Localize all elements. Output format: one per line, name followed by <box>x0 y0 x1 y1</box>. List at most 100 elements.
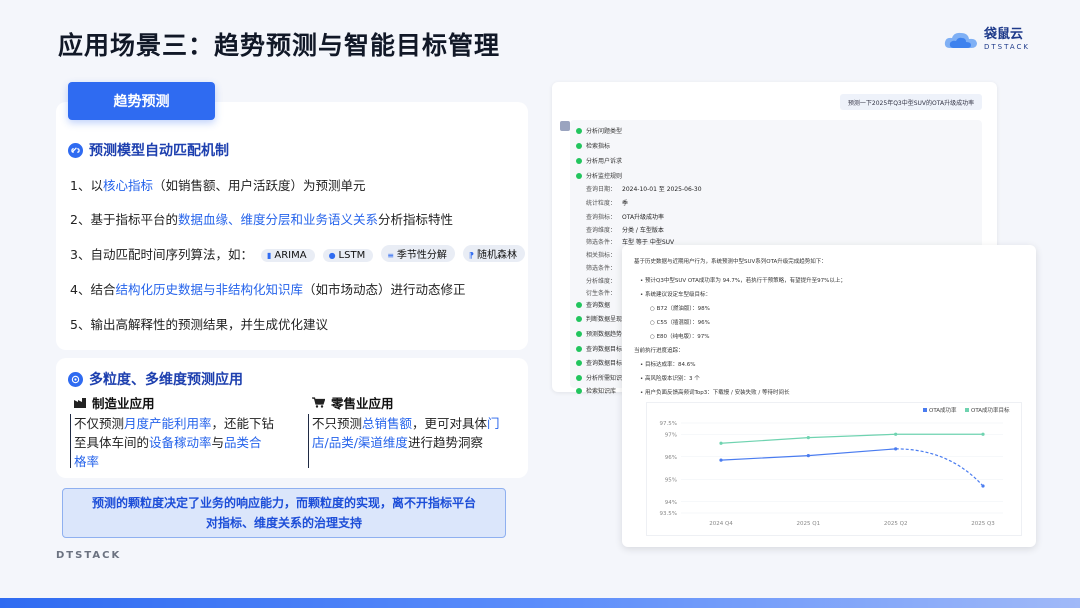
list-item-3: 3、自动匹配时间序列算法，如： ▮ ARIMA ● LSTM ≡ 季节性分解 ⁋ 随机森… <box>70 244 525 263</box>
algo-chip-seasonal: ≡ 季节性分解 <box>381 245 455 262</box>
param-row: 相关指标： <box>586 252 617 259</box>
step-item: 分析用户诉求 <box>576 156 622 165</box>
result-bullet: • 高风险版本识别：3 个 <box>640 376 700 382</box>
target-item: ○ C55（插混版）：96% <box>650 320 710 326</box>
step-item: 判断数据呈现 <box>576 314 622 323</box>
cart-icon <box>312 397 325 408</box>
tree-icon: ⁋ <box>468 251 474 260</box>
algo-chip-random-forest: ⁋ 随机森林 <box>462 245 525 262</box>
y-tick-label: 97% <box>665 432 677 438</box>
y-tick-label: 96% <box>665 455 677 461</box>
legend-swatch <box>923 408 927 412</box>
check-icon <box>576 315 582 322</box>
retail-divider <box>308 414 309 468</box>
section1-title: 预测模型自动匹配机制 <box>89 143 229 159</box>
legend-label: OTA成功率目标 <box>971 406 1010 414</box>
param-row: 查询日期： 2024-10-01 至 2025-06-30 <box>586 186 702 193</box>
target-item: ○ B72（燃油版）：98% <box>650 306 710 312</box>
cloud-logo-icon <box>944 32 977 48</box>
y-tick-label: 93.5% <box>660 511 677 517</box>
section2-title: 多粒度、多维度预测应用 <box>89 372 243 388</box>
param-row: 分析维度： <box>586 278 617 285</box>
tab-trend-forecast[interactable]: 趋势预测 <box>68 82 215 120</box>
check-icon <box>576 345 582 352</box>
data-point <box>894 432 898 436</box>
data-point <box>719 458 723 462</box>
data-point <box>894 447 898 451</box>
series-line <box>720 433 983 444</box>
user-query: 预测一下2025年Q3中型SUV的OTA升级成功率 <box>840 94 982 110</box>
check-icon <box>576 359 582 366</box>
logo: 袋鼠云 DTSTACK <box>944 28 1030 51</box>
step-item: 预测数据趋势 <box>576 329 622 338</box>
result-intro: 基于历史数据与近期用户行为，系统预测中型SUV系列OTA升级完成趋势如下： <box>634 259 827 265</box>
logo-text-cn: 袋鼠云 <box>984 27 1024 42</box>
step-item: 分析所需知识 <box>576 373 622 382</box>
check-icon <box>576 330 582 337</box>
step-item: 检索知识库 <box>576 386 616 395</box>
check-icon <box>576 127 582 134</box>
check-icon <box>576 142 582 149</box>
x-tick-label: 2025 Q3 <box>971 521 995 527</box>
dot-icon: ● <box>328 251 336 260</box>
x-tick-label: 2025 Q1 <box>797 521 821 527</box>
section2-heading: 多粒度、多维度预测应用 <box>68 369 243 389</box>
step-item: 查询数据目标 <box>576 344 622 353</box>
algo-chip-lstm: ● LSTM <box>322 249 374 262</box>
result-bullet: • 预计Q3中型SUV OTA成功率为 94.7%，若执行干预策略，有望提升至9… <box>640 278 846 284</box>
mfg-body: 不仅预测月度产能利用率，还能下钻 至具体车间的设备稼动率与品类合 格率 <box>74 416 275 469</box>
legend-swatch <box>965 408 969 412</box>
progress-heading: 当前执行进度追踪： <box>634 348 684 354</box>
check-icon <box>576 172 582 179</box>
list-item-2: 2、基于指标平台的数据血缘、维度分层和业务语义关系分析指标特性 <box>70 212 453 227</box>
chart-icon: ▮ <box>266 251 272 260</box>
banner-line-1: 预测的颗粒度决定了业务的响应能力，而颗粒度的实现，离不开指标平台 <box>91 496 476 510</box>
y-tick-label: 95% <box>665 477 677 483</box>
logo-text-en: DTSTACK <box>984 43 1030 51</box>
legend-label: OTA成功率 <box>929 406 957 414</box>
retail-body: 不只预测总销售额，更可对具体门 店/品类/渠道维度进行趋势洞察 <box>312 416 500 450</box>
data-point <box>981 484 985 488</box>
result-bullet: • 系统建议设定车型级目标： <box>640 292 712 298</box>
list-icon: ≡ <box>387 251 394 260</box>
check-icon <box>576 157 582 164</box>
mfg-divider <box>70 414 71 468</box>
target-item: ○ E80（纯电版）：97% <box>650 334 710 340</box>
agent-avatar-icon <box>560 121 570 131</box>
step-item: 检索指标 <box>576 141 610 150</box>
series-forecast-line <box>895 448 984 487</box>
step-item: 分析监控规则 <box>576 171 622 180</box>
check-icon <box>576 301 582 308</box>
check-icon <box>576 387 582 394</box>
forecast-line-chart: 97.5% 97% 96% 95% 94% 93.5% 2024 Q4 2025 Q1 2025… <box>660 406 1011 527</box>
footer-logo: DTSTACK <box>56 550 122 561</box>
factory-icon <box>74 398 86 408</box>
x-tick-label: 2024 Q4 <box>709 521 733 527</box>
data-point <box>981 432 985 436</box>
result-bullet: • 目标达成率：84.6% <box>640 362 696 368</box>
bottom-accent-bar <box>0 598 1080 608</box>
forecast-chart: 97.5% 97% 96% 95% 94% 93.5% 2024 Q4 2025 Q1 2025… <box>646 402 1022 536</box>
check-icon <box>576 374 582 381</box>
param-row: 查询指标： OTA升级成功率 <box>586 214 665 221</box>
conclusion-banner: 预测的颗粒度决定了业务的响应能力，而颗粒度的实现，离不开指标平台 对指标、维度关… <box>62 488 506 538</box>
step-item: 查询数据目标 <box>576 358 622 367</box>
banner-line-2: 对指标、维度关系的治理支持 <box>205 516 362 530</box>
link-icon <box>68 142 83 158</box>
list-item-5: 5、输出高解释性的预测结果，并生成优化建议 <box>70 317 328 332</box>
list-item-4: 4、结合结构化历史数据与非结构化知识库（如市场动态）进行动态修正 <box>70 282 466 297</box>
y-tick-label: 97.5% <box>660 421 677 427</box>
step-item: 查询数据 <box>576 300 610 309</box>
algo-chip-arima: ▮ ARIMA <box>260 249 315 262</box>
mfg-heading: 制造业应用 <box>74 393 155 412</box>
section1-heading: 预测模型自动匹配机制 <box>68 140 229 160</box>
data-point <box>806 454 810 458</box>
x-tick-label: 2025 Q2 <box>884 521 908 527</box>
data-point <box>806 436 810 440</box>
step-item: 分析问题类型 <box>576 126 622 135</box>
page-title: 应用场景三：趋势预测与智能目标管理 <box>58 31 501 60</box>
data-point <box>719 441 723 445</box>
param-row: 统计粒度：季 <box>586 200 629 207</box>
result-bullet: • 用户负面反馈高频词Top3：下载慢 / 安装失败 / 等待时间长 <box>640 390 790 396</box>
y-tick-label: 94% <box>665 500 677 506</box>
